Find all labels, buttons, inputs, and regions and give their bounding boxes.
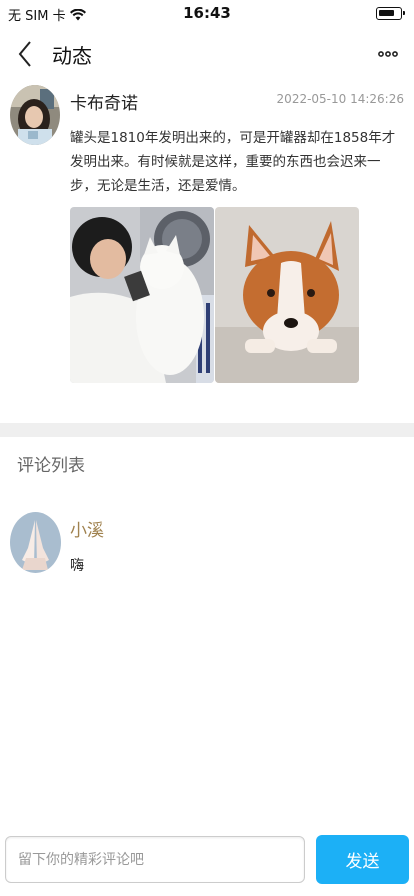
comment-input[interactable] xyxy=(5,836,305,883)
comment-author-name[interactable]: 小溪 xyxy=(70,516,104,541)
page-title: 动态 xyxy=(52,44,92,68)
nav-bar: 动态 xyxy=(0,30,414,78)
comment-input-bar: 发送 xyxy=(0,826,414,896)
post-image-boy-cat[interactable] xyxy=(70,207,214,383)
battery-icon xyxy=(376,7,405,20)
post-text: 罐头是1810年发明出来的，可是开罐器却在1858年才发明出来。有时候就是这样，… xyxy=(70,130,396,194)
more-dots-icon[interactable] xyxy=(378,44,398,64)
post-image-corgi[interactable] xyxy=(215,207,359,383)
status-time: 16:43 xyxy=(183,4,231,22)
post-timestamp: 2022-05-10 14:26:26 xyxy=(276,92,404,106)
post-author-avatar[interactable] xyxy=(10,85,60,145)
section-divider xyxy=(0,423,414,437)
praying-hands-avatar[interactable] xyxy=(10,512,61,573)
chevron-left-icon[interactable] xyxy=(14,40,38,68)
send-button[interactable]: 发送 xyxy=(316,835,409,884)
comment-text: 嗨 xyxy=(70,558,84,574)
post-author-name[interactable]: 卡布奇诺 xyxy=(70,89,138,114)
comments-heading: 评论列表 xyxy=(17,456,85,476)
status-bar: 无 SIM 卡 16:43 xyxy=(0,0,414,28)
